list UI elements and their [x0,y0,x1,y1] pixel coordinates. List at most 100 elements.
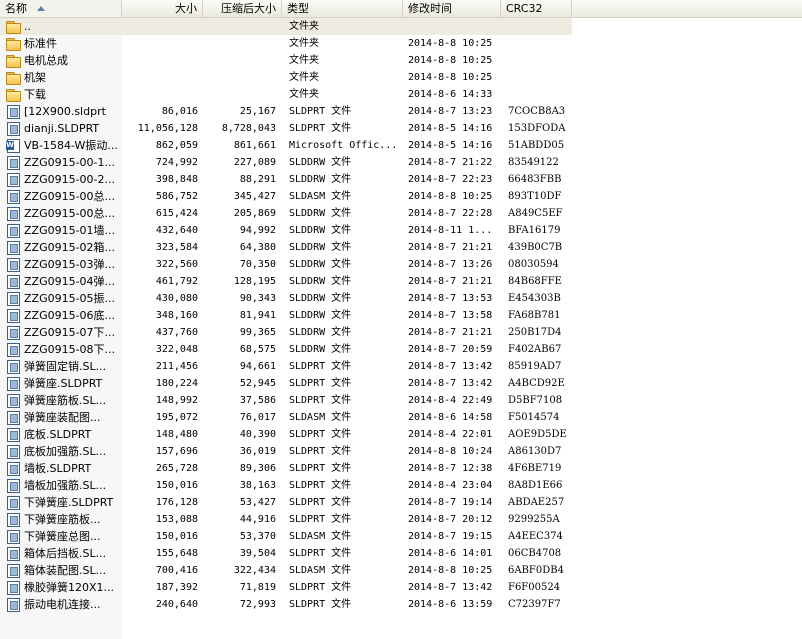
file-modified-time: 2014-8-7 21:21 [408,242,493,253]
file-crc32: ABDAE257 [508,497,565,508]
file-crc32: 893T10DF [508,191,562,202]
file-row[interactable]: 箱体装配图.SL... 700,416 322,434 SLDASM 文件 2014-8… [0,562,802,579]
file-type: SLDPRT 文件 [289,463,352,474]
file-type: SLDDRW 文件 [289,242,352,253]
file-type: SLDPRT 文件 [289,548,352,559]
file-type: SLDPRT 文件 [289,106,352,117]
file-row[interactable]: 弹簧固定销.SL... 211,456 94,661 SLDPRT 文件 2014-8-… [0,358,802,375]
file-type: SLDASM 文件 [289,191,352,202]
file-compressed-size: 36,019 [239,446,276,457]
file-row[interactable]: 电机总成 文件夹 2014-8-8 10:25 [0,52,802,69]
file-row[interactable]: ZZG0915-00总... 615,424 205,869 SLDDRW 文件 201… [0,205,802,222]
file-icon [6,581,21,595]
file-name: 弹簧固定销.SL... [24,360,107,373]
file-row[interactable]: 底板.SLDPRT 148,480 40,390 SLDPRT 文件 2014-8-4 … [0,426,802,443]
file-row[interactable]: 橡胶弹簧120X1... 187,392 71,819 SLDPRT 文件 2014-8… [0,579,802,596]
file-compressed-size: 52,945 [239,378,276,389]
file-row[interactable]: [12X900.sldprt 86,016 25,167 SLDPRT 文件 2014-… [0,103,802,120]
file-row[interactable]: 底板加强筋.SL... 157,696 36,019 SLDPRT 文件 2014-8-… [0,443,802,460]
file-name: ZZG0915-02箱... [24,241,116,254]
file-type: 文件夹 [289,89,319,100]
file-type: SLDPRT 文件 [289,395,352,406]
file-row[interactable]: ZZG0915-00总... 586,752 345,427 SLDASM 文件 201… [0,188,802,205]
file-modified-time: 2014-8-7 21:21 [408,276,493,287]
file-row[interactable]: ZZG0915-06底... 348,160 81,941 SLDDRW 文件 2014… [0,307,802,324]
file-row[interactable]: 弹簧座.SLDPRT 180,224 52,945 SLDPRT 文件 2014-8-7… [0,375,802,392]
file-modified-time: 2014-8-8 10:24 [408,446,493,457]
file-compressed-size: 861,661 [233,140,276,151]
file-type: 文件夹 [289,21,319,32]
file-name: ZZG0915-00总... [24,190,116,203]
file-row[interactable]: 弹簧座装配图... 195,072 76,017 SLDASM 文件 2014-8-6 … [0,409,802,426]
file-modified-time: 2014-8-7 13:26 [408,259,493,270]
file-row[interactable]: .. 文件夹 [0,18,802,35]
file-size: 615,424 [155,208,198,219]
file-icon [6,122,21,136]
file-name: [12X900.sldprt [24,105,106,118]
file-type: SLDDRW 文件 [289,310,352,321]
column-header-size[interactable]: 大小 [122,0,203,17]
column-header-name[interactable]: 名称 [0,0,122,17]
file-size: 724,992 [155,157,198,168]
file-type: SLDDRW 文件 [289,276,352,287]
folder-icon [6,71,21,85]
file-icon [6,547,21,561]
file-size: 322,048 [155,344,198,355]
column-header-compressed-size[interactable]: 压缩后大小 [203,0,282,17]
file-row[interactable]: ZZG0915-00-2... 398,848 88,291 SLDDRW 文件 201… [0,171,802,188]
file-row[interactable]: ZZG0915-01墙... 432,640 94,992 SLDDRW 文件 2014… [0,222,802,239]
file-row[interactable]: 下载 文件夹 2014-8-6 14:33 [0,86,802,103]
file-name: 橡胶弹簧120X1... [24,581,115,594]
file-compressed-size [198,86,276,103]
file-compressed-size: 72,993 [239,599,276,610]
file-icon [6,462,21,476]
file-row[interactable]: 箱体后挡板.SL... 155,648 39,504 SLDPRT 文件 2014-8-… [0,545,802,562]
file-icon [6,275,21,289]
file-row[interactable]: 下弹簧座总图... 150,016 53,370 SLDASM 文件 2014-8-7 … [0,528,802,545]
file-type: SLDDRW 文件 [289,157,352,168]
column-header-modified[interactable]: 修改时间 [403,0,501,17]
file-crc32: A86130D7 [508,446,562,457]
file-compressed-size: 8,728,043 [221,123,276,134]
file-row[interactable]: ZZG0915-07下... 437,760 99,365 SLDDRW 文件 2014… [0,324,802,341]
file-row[interactable]: VB-1584-W振动... 862,059 861,661 Microsoft Of… [0,137,802,154]
file-row[interactable]: 标准件 文件夹 2014-8-8 10:25 [0,35,802,52]
column-header-type[interactable]: 类型 [282,0,403,17]
file-row[interactable]: 墙板.SLDPRT 265,728 89,306 SLDPRT 文件 2014-8-7 … [0,460,802,477]
file-name: 下弹簧座.SLDPRT [24,496,114,509]
file-row[interactable]: 振动电机连接... 240,640 72,993 SLDPRT 文件 2014-8-6 … [0,596,802,613]
file-name: ZZG0915-06底... [24,309,116,322]
file-row[interactable]: ZZG0915-08下... 322,048 68,575 SLDDRW 文件 2014… [0,341,802,358]
file-row[interactable]: 墙板加强筋.SL... 150,016 38,163 SLDPRT 文件 2014-8-… [0,477,802,494]
file-compressed-size [198,18,276,35]
file-compressed-size [198,35,276,52]
file-icon [6,292,21,306]
file-crc32: F6F00524 [508,582,561,593]
file-name: 下载 [24,88,46,101]
file-name: ZZG0915-04弹... [24,275,116,288]
file-row[interactable]: ZZG0915-04弹... 461,792 128,195 SLDDRW 文件 201… [0,273,802,290]
file-size: 86,016 [161,106,198,117]
file-row[interactable]: 弹簧座筋板.SL... 148,992 37,586 SLDPRT 文件 2014-8-… [0,392,802,409]
file-row[interactable]: 下弹簧座筋板... 153,088 44,916 SLDPRT 文件 2014-8-7 … [0,511,802,528]
folder-icon [6,37,21,51]
file-row[interactable]: ZZG0915-05振... 430,080 90,343 SLDDRW 文件 2014… [0,290,802,307]
file-name: 下弹簧座筋板... [24,513,101,526]
file-row[interactable]: 机架 文件夹 2014-8-8 10:25 [0,69,802,86]
file-row[interactable]: ZZG0915-02箱... 323,584 64,380 SLDDRW 文件 2014… [0,239,802,256]
file-modified-time: 2014-8-7 13:42 [408,361,493,372]
file-size: 180,224 [155,378,198,389]
file-crc32: 439B0C7B [508,242,563,253]
file-row[interactable]: ZZG0915-03弹... 322,560 70,350 SLDDRW 文件 2014… [0,256,802,273]
file-crc32: 84B68FFE [508,276,562,287]
file-row[interactable]: ZZG0915-00-1... 724,992 227,089 SLDDRW 文件 20… [0,154,802,171]
file-row[interactable]: dianji.SLDPRT 11,056,128 8,728,043 SLDPRT 文… [0,120,802,137]
column-header-crc[interactable]: CRC32 [501,0,572,17]
file-compressed-size: 94,661 [239,361,276,372]
folder-icon [6,54,21,68]
file-row[interactable]: 下弹簧座.SLDPRT 176,128 53,427 SLDPRT 文件 2014-8-… [0,494,802,511]
file-type: SLDPRT 文件 [289,514,352,525]
file-icon [6,598,21,612]
file-compressed-size: 53,370 [239,531,276,542]
file-icon [6,411,21,425]
